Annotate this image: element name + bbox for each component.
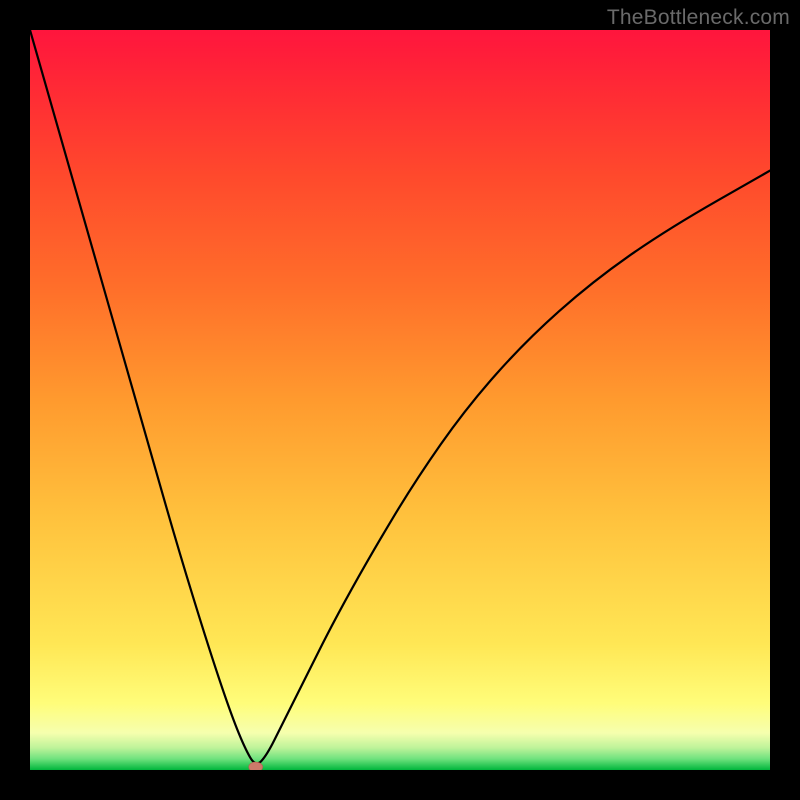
watermark-text: TheBottleneck.com — [607, 6, 790, 30]
optimum-marker — [249, 762, 263, 770]
plot-area — [30, 30, 770, 770]
curve-layer — [30, 30, 770, 770]
bottleneck-curve — [30, 30, 770, 763]
chart-frame: TheBottleneck.com — [0, 0, 800, 800]
